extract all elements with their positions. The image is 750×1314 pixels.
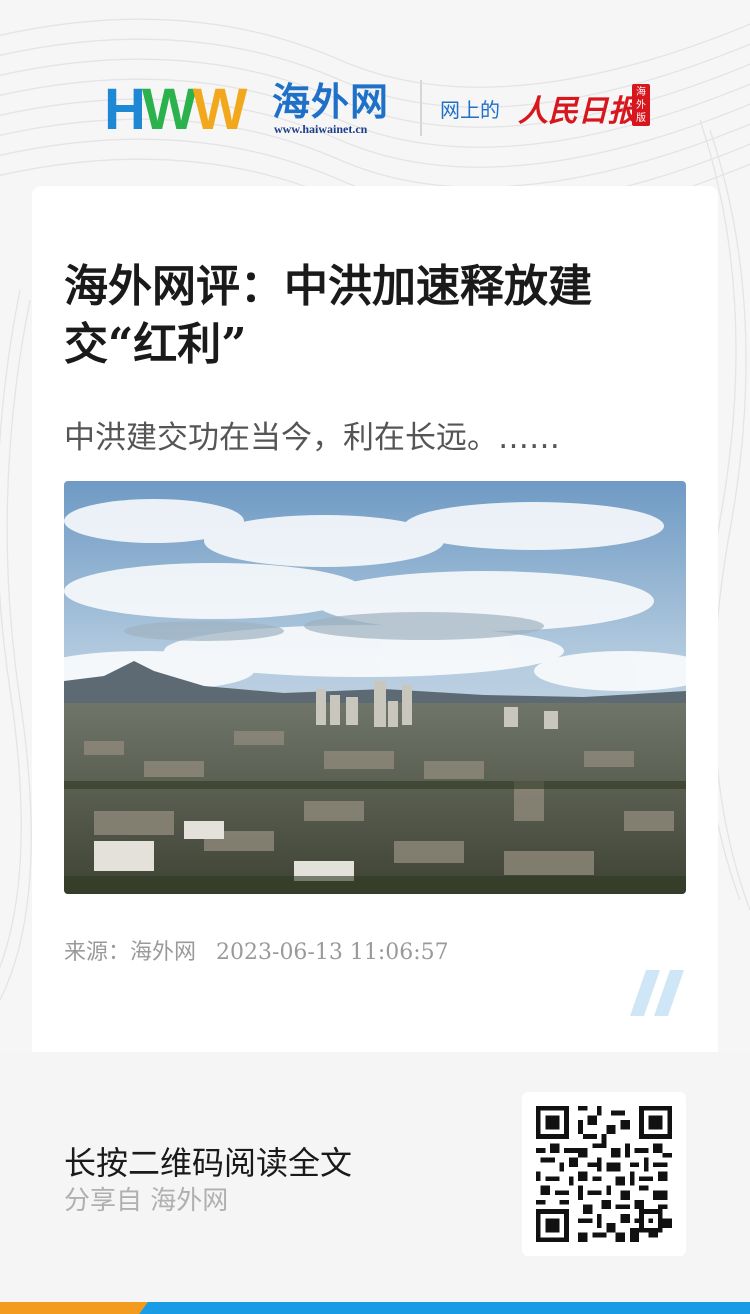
- article-timestamp: 2023-06-13 11:06:57: [216, 940, 449, 965]
- qr-code-icon: [536, 1106, 672, 1242]
- logo-chinese-name: 海外网: [272, 80, 390, 124]
- logo-url: www.haiwainet.cn: [274, 122, 368, 136]
- slogan-prefix: 网上的: [440, 98, 500, 122]
- peoples-daily-logo: 人民日报: [518, 94, 638, 129]
- article-title: 海外网评：中洪加速释放建交“红利”: [64, 261, 592, 370]
- article-summary: 中洪建交功在当今，利在长远。……: [64, 420, 560, 456]
- hww-logo[interactable]: HWW: [104, 81, 247, 139]
- article-card[interactable]: 海外网评：中洪加速释放建交“红利” 中洪建交功在当今，利在长远。…… 来源：海外…: [32, 186, 718, 1052]
- logo-letter-w: W: [141, 77, 197, 142]
- overseas-edition-badge: 海外版: [632, 84, 650, 126]
- article-meta: 来源：海外网 2023-06-13 11:06:57: [64, 934, 469, 966]
- site-header: HWW 海外网 www.haiwainet.cn 网上的 人民日报 海外版: [0, 70, 750, 150]
- quote-slashes-icon: [630, 970, 684, 1016]
- share-footer: 长按二维码阅读全文 分享自 海外网: [0, 1052, 750, 1302]
- logo-divider: [420, 80, 422, 136]
- bottom-accent-bar: [0, 1302, 750, 1314]
- logo-letter-h: H: [104, 77, 146, 142]
- read-full-text-hint: 长按二维码阅读全文: [64, 1144, 353, 1182]
- logo-letter-w: W: [192, 77, 248, 142]
- bottom-accent-orange: [0, 1302, 148, 1314]
- article-source: 来源：海外网: [64, 940, 197, 965]
- qr-code[interactable]: [522, 1092, 686, 1256]
- article-photo: [64, 481, 686, 894]
- share-source: 分享自 海外网: [64, 1186, 229, 1216]
